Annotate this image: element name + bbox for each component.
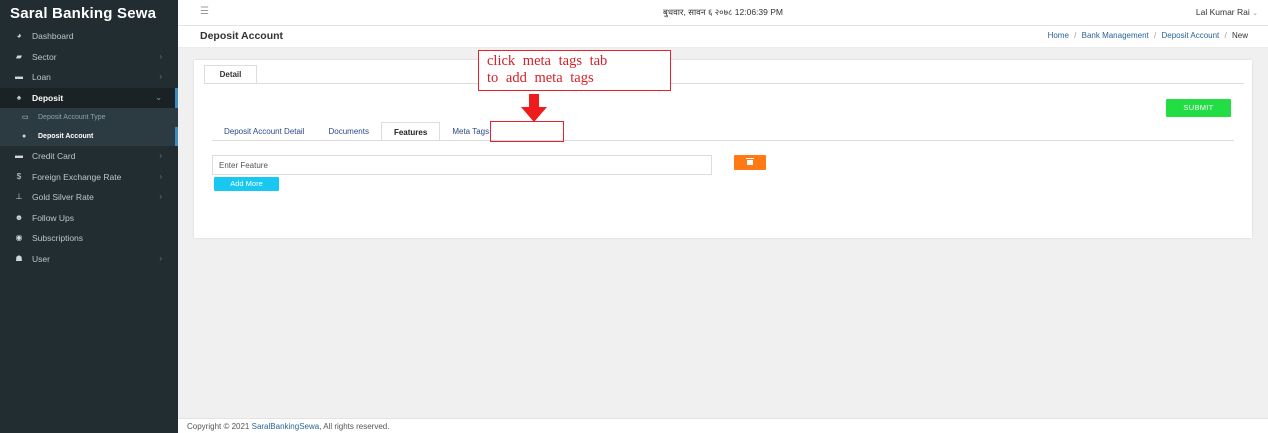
sidebar-item-follow-ups[interactable]: ☻ Follow Ups	[0, 208, 178, 229]
sidebar-item-foreign-exchange-rate[interactable]: $ Foreign Exchange Rate ›	[0, 167, 178, 188]
info-circle-icon: ●	[22, 133, 27, 140]
footer-brand-link[interactable]: SaralBankingSewa	[252, 422, 320, 431]
breadcrumb-deposit-account[interactable]: Deposit Account	[1161, 31, 1219, 40]
sector-icon: ▰	[15, 51, 23, 61]
sidebar-item-label: Dashboard	[32, 31, 74, 41]
deposit-account-form-card: Detail SUBMIT Deposit Account Detail Doc…	[194, 60, 1252, 238]
tab-divider	[204, 83, 1244, 84]
breadcrumb-separator: /	[1154, 31, 1157, 40]
meta-tags-highlight-box	[490, 121, 564, 142]
sidebar-item-loan[interactable]: ▬ Loan ›	[0, 67, 178, 88]
sidebar-item-sector[interactable]: ▰ Sector ›	[0, 47, 178, 68]
credit-card-icon: ▬	[15, 151, 23, 160]
caret-down-icon: ⌄	[1252, 10, 1258, 17]
sidebar-item-dashboard[interactable]: ◕ Dashboard	[0, 26, 178, 47]
sidebar-item-label: Gold Silver Rate	[32, 192, 94, 202]
breadcrumb-separator: /	[1074, 31, 1077, 40]
sidebar-subitem-label: Deposit Account Type	[38, 114, 106, 121]
sidebar-item-user[interactable]: ☗ User ›	[0, 249, 178, 270]
sidebar-item-label: Deposit	[32, 92, 64, 103]
tabs-divider	[212, 140, 1234, 141]
trash-icon	[746, 158, 754, 165]
users-icon: ☗	[15, 253, 23, 263]
breadcrumb-bank-management[interactable]: Bank Management	[1082, 31, 1149, 40]
user-name: Lal Kumar Rai	[1195, 7, 1250, 17]
sidebar-item-label: Credit Card	[32, 151, 76, 161]
annotation-line-1: click meta tags tab	[487, 53, 608, 69]
sidebar-item-label: Loan	[32, 72, 51, 82]
sidebar-item-label: Subscriptions	[32, 233, 84, 243]
chevron-right-icon: ›	[159, 51, 162, 61]
breadcrumb: Home / Bank Management / Deposit Account…	[1048, 31, 1248, 40]
submit-button[interactable]: SUBMIT	[1166, 99, 1231, 117]
nepali-datetime: बुधवार, सावन ६ २०७८ 12:06:39 PM	[663, 7, 783, 17]
sidebar-item-label: Follow Ups	[32, 212, 75, 223]
chevron-right-icon: ›	[159, 151, 162, 160]
chevron-right-icon: ›	[159, 72, 162, 81]
user-plus-icon: ☻	[14, 212, 24, 222]
sidebar-item-deposit[interactable]: ♠ Deposit ⌄	[0, 87, 178, 108]
footer: Copyright © 2021 SaralBankingSewa, All r…	[178, 418, 1268, 433]
brand-title[interactable]: Saral Banking Sewa	[0, 0, 178, 26]
chevron-right-icon: ›	[159, 171, 162, 181]
red-arrow-down-icon	[521, 94, 547, 122]
copyright-text: Copyright © 2021	[187, 422, 250, 431]
sidebar-item-label: Sector	[32, 51, 57, 62]
subscriptions-icon: ◉	[15, 233, 23, 242]
top-bar: ☰ बुधवार, सावन ६ २०७८ 12:06:39 PM Lal Ku…	[178, 0, 1268, 26]
breadcrumb-home[interactable]: Home	[1048, 31, 1069, 40]
footer-rights-text: , All rights reserved.	[319, 422, 390, 431]
sidebar-item-credit-card[interactable]: ▬ Credit Card ›	[0, 146, 178, 167]
delete-feature-button[interactable]	[734, 155, 766, 170]
chevron-down-icon: ⌄	[155, 92, 162, 102]
annotation-callout: click meta tags tab to add meta tags	[478, 50, 671, 91]
sidebar-item-label: User	[32, 253, 50, 264]
tab-documents[interactable]: Documents	[317, 122, 381, 141]
sidebar-nav: ◕ Dashboard ▰ Sector › ▬ Loan › ♠ Deposi…	[0, 26, 178, 269]
tab-detail[interactable]: Detail	[204, 65, 257, 84]
annotation-line-2: to add meta tags	[487, 69, 594, 86]
tab-features[interactable]: Features	[380, 122, 441, 141]
sidebar-subitem-deposit-account-type[interactable]: ▭ Deposit Account Type	[0, 108, 178, 127]
page-header: Deposit Account Home / Bank Management /…	[178, 26, 1268, 48]
loan-icon: ▬	[15, 72, 23, 81]
dollar-icon: $	[16, 171, 22, 181]
sidebar-subitem-label: Deposit Account	[38, 133, 94, 140]
page-title: Deposit Account	[200, 30, 284, 42]
card-icon: ▭	[22, 114, 29, 121]
chevron-right-icon: ›	[159, 192, 162, 201]
breadcrumb-current: New	[1231, 31, 1248, 40]
add-more-button[interactable]: Add More	[214, 177, 279, 191]
gold-icon: ⊥	[15, 192, 23, 201]
form-tabs: Deposit Account Detail Documents Feature…	[212, 122, 501, 141]
sidebar-item-subscriptions[interactable]: ◉ Subscriptions	[0, 228, 178, 249]
user-menu[interactable]: Lal Kumar Rai ⌄	[1196, 7, 1258, 17]
sidebar-item-gold-silver-rate[interactable]: ⊥ Gold Silver Rate ›	[0, 187, 178, 208]
sidebar-item-label: Foreign Exchange Rate	[32, 171, 122, 182]
chevron-right-icon: ›	[159, 253, 162, 263]
tab-deposit-account-detail[interactable]: Deposit Account Detail	[212, 122, 317, 141]
sidebar-subitem-deposit-account[interactable]: ● Deposit Account	[0, 127, 178, 146]
dashboard-icon: ◕	[16, 31, 22, 40]
sidebar: Saral Banking Sewa ◕ Dashboard ▰ Sector …	[0, 0, 178, 433]
breadcrumb-separator: /	[1224, 31, 1227, 40]
feature-input[interactable]	[212, 155, 712, 175]
deposit-icon: ♠	[16, 92, 22, 102]
